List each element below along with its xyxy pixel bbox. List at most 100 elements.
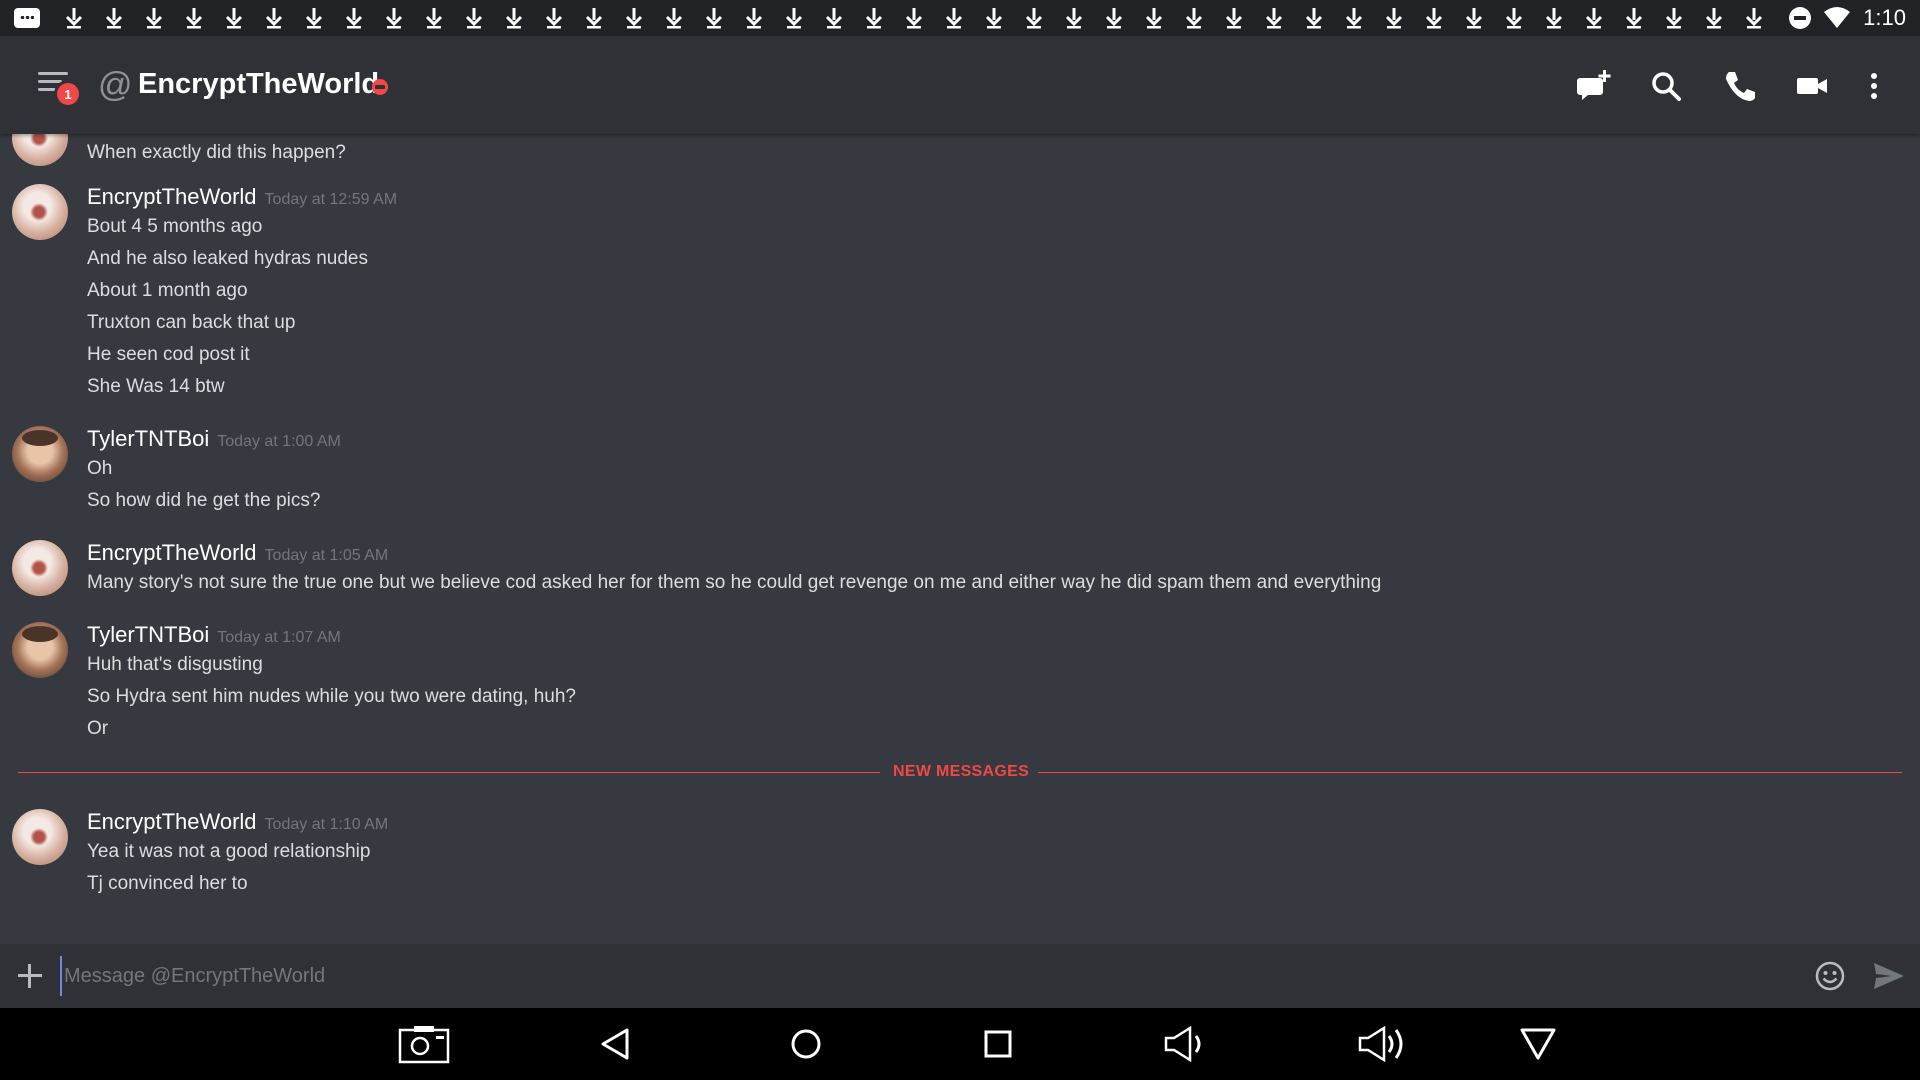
volume-up-icon[interactable] <box>1354 1022 1410 1066</box>
message-composer <box>0 944 1920 1008</box>
timestamp: Today at 1:07 AM <box>217 629 341 646</box>
download-icon <box>494 3 534 33</box>
download-icon <box>1174 3 1214 33</box>
message-text: Truxton can back that up <box>87 312 296 333</box>
download-icon <box>1454 3 1494 33</box>
at-icon: @ <box>98 66 133 104</box>
download-icon <box>1254 3 1294 33</box>
download-icon <box>214 3 254 33</box>
download-icon <box>934 3 974 33</box>
new-messages-divider: NEW MESSAGES <box>18 763 1902 780</box>
back-icon[interactable] <box>587 1022 643 1066</box>
download-icon <box>774 3 814 33</box>
download-icon <box>94 3 134 33</box>
video-camera-icon[interactable] <box>1790 64 1834 108</box>
message-text: When exactly did this happen? <box>87 142 346 163</box>
more-vertical-icon[interactable] <box>1852 64 1896 108</box>
avatar[interactable] <box>12 134 68 166</box>
home-icon[interactable] <box>778 1022 834 1066</box>
message-list[interactable]: When exactly did this happen? EncryptThe… <box>0 134 1920 944</box>
download-icon <box>734 3 774 33</box>
download-icon <box>1534 3 1574 33</box>
screenshot-icon[interactable] <box>396 1022 452 1066</box>
channel-header: 1 @ EncryptTheWorld <box>0 36 1920 134</box>
message-text: About 1 month ago <box>87 280 248 301</box>
recents-icon[interactable] <box>970 1022 1026 1066</box>
add-friend-chat-icon[interactable] <box>1572 64 1616 108</box>
message-text: And he also leaked hydras nudes <box>87 248 368 269</box>
emoji-icon[interactable] <box>1814 960 1846 992</box>
add-attachment-icon[interactable] <box>16 962 44 990</box>
system-navbar <box>0 1008 1920 1080</box>
author-name[interactable]: EncryptTheWorld <box>87 540 257 565</box>
download-icon <box>1734 3 1774 33</box>
message-text: She Was 14 btw <box>87 376 225 397</box>
download-icon <box>534 3 574 33</box>
avatar[interactable] <box>12 426 68 482</box>
volume-down-icon[interactable] <box>1160 1022 1216 1066</box>
clock: 1:10 <box>1863 5 1906 30</box>
message-text: Tj convinced her to <box>87 873 248 894</box>
download-icon <box>1494 3 1534 33</box>
timestamp: Today at 12:59 AM <box>264 191 398 208</box>
download-icon <box>1574 3 1614 33</box>
download-icon <box>1054 3 1094 33</box>
download-icon <box>1294 3 1334 33</box>
download-icon <box>174 3 214 33</box>
unread-badge: 1 <box>54 80 82 108</box>
download-icon <box>1014 3 1054 33</box>
download-icon <box>1094 3 1134 33</box>
download-icon <box>814 3 854 33</box>
download-icon <box>614 3 654 33</box>
message-input[interactable] <box>60 956 1800 996</box>
download-icon <box>574 3 614 33</box>
avatar[interactable] <box>12 540 68 596</box>
chat-notification-icon <box>14 8 40 28</box>
message-text: Oh <box>87 458 113 479</box>
message-text: He seen cod post it <box>87 344 250 365</box>
download-icon <box>1134 3 1174 33</box>
download-icon <box>1614 3 1654 33</box>
phone-icon[interactable] <box>1717 64 1761 108</box>
author-name[interactable]: TylerTNTBoi <box>87 426 209 451</box>
wifi-icon <box>1824 7 1851 28</box>
download-icon <box>1214 3 1254 33</box>
send-icon[interactable] <box>1872 960 1906 992</box>
download-icon <box>1374 3 1414 33</box>
download-icon <box>1694 3 1734 33</box>
download-icon <box>134 3 174 33</box>
status-bar: 1:10 <box>0 0 1920 36</box>
message-text: Huh that's disgusting <box>87 654 263 675</box>
download-icon <box>1654 3 1694 33</box>
download-icon <box>654 3 694 33</box>
download-notifications <box>54 3 1789 33</box>
collapse-icon[interactable] <box>1510 1022 1566 1066</box>
author-name[interactable]: EncryptTheWorld <box>87 809 257 834</box>
download-icon <box>1414 3 1454 33</box>
search-icon[interactable] <box>1644 64 1688 108</box>
download-icon <box>54 3 94 33</box>
do-not-disturb-icon <box>1789 7 1812 29</box>
dnd-status-icon <box>372 79 388 95</box>
avatar[interactable] <box>12 809 68 865</box>
download-icon <box>854 3 894 33</box>
download-icon <box>374 3 414 33</box>
download-icon <box>454 3 494 33</box>
download-icon <box>1334 3 1374 33</box>
download-icon <box>974 3 1014 33</box>
message-text: Yea it was not a good relationship <box>87 841 371 862</box>
menu-button[interactable]: 1 <box>34 66 82 108</box>
download-icon <box>294 3 334 33</box>
timestamp: Today at 1:00 AM <box>217 433 341 450</box>
avatar[interactable] <box>12 184 68 240</box>
download-icon <box>414 3 454 33</box>
message-text: Or <box>87 718 109 739</box>
timestamp: Today at 1:10 AM <box>264 816 389 833</box>
message-text: Many story's not sure the true one but w… <box>87 572 1382 593</box>
author-name[interactable]: EncryptTheWorld <box>87 184 257 209</box>
author-name[interactable]: TylerTNTBoi <box>87 622 209 647</box>
timestamp: Today at 1:05 AM <box>264 547 389 564</box>
message-text: Bout 4 5 months ago <box>87 216 263 237</box>
avatar[interactable] <box>12 622 68 678</box>
message-text: So Hydra sent him nudes while you two we… <box>87 686 576 707</box>
